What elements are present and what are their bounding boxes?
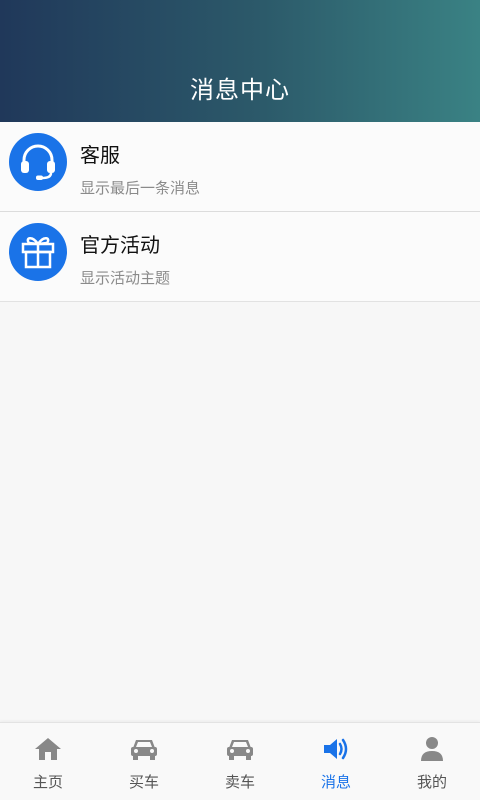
car-icon bbox=[226, 735, 254, 763]
tab-home[interactable]: 主页 bbox=[0, 723, 96, 800]
tab-label: 我的 bbox=[416, 773, 447, 791]
tab-label: 卖车 bbox=[224, 773, 255, 791]
tab-messages[interactable]: 消息 bbox=[288, 723, 384, 800]
tab-mine[interactable]: 我的 bbox=[384, 723, 480, 800]
car-icon bbox=[130, 735, 158, 763]
home-icon bbox=[34, 735, 62, 763]
message-subtitle: 显示最后一条消息 bbox=[80, 179, 201, 197]
message-title: 官方活动 bbox=[80, 233, 160, 257]
bottom-tab-bar: 主页 买车 卖车 消息 我的 bbox=[0, 722, 480, 800]
person-icon bbox=[419, 735, 445, 763]
headset-icon bbox=[9, 133, 67, 191]
message-list: 客服 显示最后一条消息 官方活动 显示活动主题 bbox=[0, 122, 480, 302]
tab-label: 消息 bbox=[320, 773, 351, 791]
message-item-customer-service[interactable]: 客服 显示最后一条消息 bbox=[0, 122, 480, 212]
speaker-icon bbox=[322, 735, 350, 763]
app-header: 消息中心 bbox=[0, 0, 480, 122]
tab-buy-car[interactable]: 买车 bbox=[96, 723, 192, 800]
tab-label: 主页 bbox=[32, 773, 63, 791]
message-item-official-activity[interactable]: 官方活动 显示活动主题 bbox=[0, 212, 480, 302]
message-title: 客服 bbox=[80, 143, 120, 167]
tab-label: 买车 bbox=[128, 773, 159, 791]
tab-sell-car[interactable]: 卖车 bbox=[192, 723, 288, 800]
page-title: 消息中心 bbox=[190, 76, 290, 104]
gift-icon bbox=[9, 223, 67, 281]
message-subtitle: 显示活动主题 bbox=[80, 269, 171, 287]
